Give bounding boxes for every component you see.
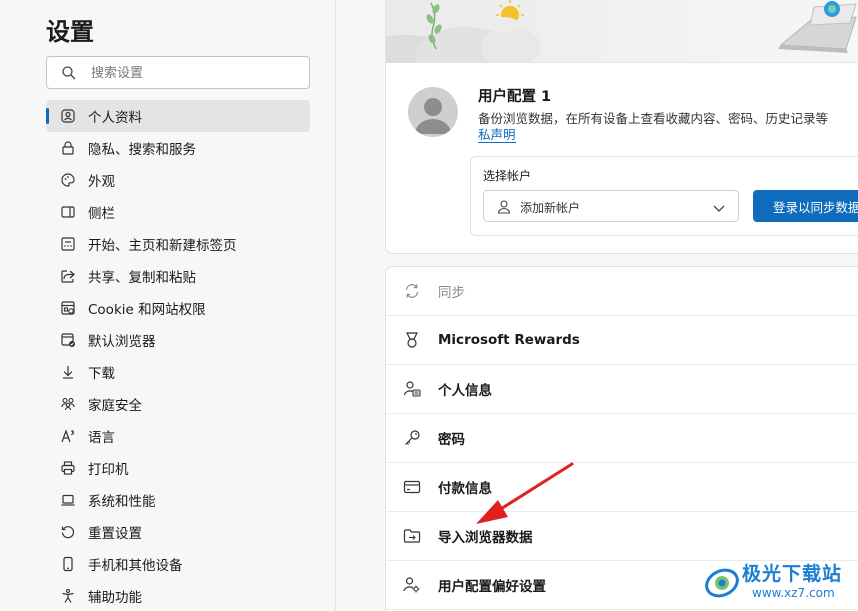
family-icon <box>60 396 76 412</box>
rewards-icon <box>403 331 421 349</box>
profile-icon <box>60 108 76 124</box>
phone-icon <box>60 556 76 572</box>
sync-icon <box>403 282 421 300</box>
search-icon <box>62 66 76 80</box>
watermark-url: www.xz7.com <box>752 586 835 600</box>
sidebar-item-label: 个人资料 <box>88 110 142 126</box>
reset-icon <box>60 524 76 540</box>
main-content: 用户配置 1 备份浏览数据，在所有设备上查看收藏内容、密码、历史记录等 私声明 … <box>337 0 858 611</box>
sidebar-item-label: 共享、复制和粘贴 <box>88 270 196 286</box>
option-label: 导入浏览器数据 <box>438 530 533 546</box>
option-import-browser-data[interactable]: 导入浏览器数据 <box>386 512 858 561</box>
sidebar-item-printers[interactable]: 打印机 <box>46 452 310 484</box>
sidebar-icon <box>60 204 76 220</box>
sidebar-item-privacy[interactable]: 隐私、搜索和服务 <box>46 132 310 164</box>
import-icon <box>403 527 421 545</box>
watermark-title: 极光下载站 <box>742 563 843 585</box>
sidebar-item-label: Cookie 和网站权限 <box>88 302 206 318</box>
sidebar-item-label: 手机和其他设备 <box>88 558 183 574</box>
option-label: 用户配置偏好设置 <box>438 579 546 595</box>
browser-icon <box>60 332 76 348</box>
sidebar-item-family[interactable]: 家庭安全 <box>46 388 310 420</box>
palette-icon <box>60 172 76 188</box>
sidebar-item-label: 开始、主页和新建标签页 <box>88 238 237 254</box>
watermark: 极光下载站 www.xz7.com <box>700 555 858 611</box>
sidebar-item-label: 辅助功能 <box>88 590 142 606</box>
download-icon <box>60 364 76 380</box>
profile-banner <box>386 0 858 95</box>
account-label: 选择帐户 <box>483 169 532 183</box>
sidebar-item-accessibility[interactable]: 辅助功能 <box>46 580 310 611</box>
laptop-icon <box>60 492 76 508</box>
settings-nav: 个人资料 隐私、搜索和服务 外观 侧栏 开始、主页和新建标签页 共享、复制和粘贴… <box>46 100 310 611</box>
sidebar-item-reset[interactable]: 重置设置 <box>46 516 310 548</box>
profile-description: 备份浏览数据，在所有设备上查看收藏内容、密码、历史记录等 <box>478 111 829 126</box>
sidebar-item-label: 重置设置 <box>88 526 142 542</box>
settings-title: 设置 <box>46 18 94 46</box>
accessibility-icon <box>60 588 76 604</box>
privacy-link[interactable]: 私声明 <box>478 127 516 143</box>
sidebar-item-label: 语言 <box>88 430 115 446</box>
option-label: 个人信息 <box>438 383 492 399</box>
watermark-logo-icon <box>705 568 739 598</box>
sidebar-item-label: 隐私、搜索和服务 <box>88 142 196 158</box>
sidebar-item-label: 打印机 <box>88 462 129 478</box>
cookie-icon <box>60 300 76 316</box>
sidebar-item-start-home[interactable]: 开始、主页和新建标签页 <box>46 228 310 260</box>
share-icon <box>60 268 76 284</box>
account-select-value: 添加新帐户 <box>520 201 581 215</box>
sidebar-item-appearance[interactable]: 外观 <box>46 164 310 196</box>
option-label: Microsoft Rewards <box>438 332 580 348</box>
sidebar-item-label: 家庭安全 <box>88 398 142 414</box>
search-input[interactable] <box>91 63 291 83</box>
option-microsoft-rewards[interactable]: Microsoft Rewards <box>386 316 858 365</box>
chevron-down-icon <box>713 205 725 212</box>
sidebar-item-languages[interactable]: 语言 <box>46 420 310 452</box>
account-select[interactable]: 添加新帐户 <box>483 190 739 222</box>
sidebar-item-label: 默认浏览器 <box>88 334 156 350</box>
option-payment-info[interactable]: 付款信息 <box>386 463 858 512</box>
profile-card: 用户配置 1 备份浏览数据，在所有设备上查看收藏内容、密码、历史记录等 私声明 … <box>385 0 858 254</box>
sidebar-item-downloads[interactable]: 下载 <box>46 356 310 388</box>
printer-icon <box>60 460 76 476</box>
personal-info-icon <box>403 380 421 398</box>
sidebar-item-label: 外观 <box>88 174 115 190</box>
avatar[interactable] <box>408 87 458 137</box>
lock-icon <box>60 140 76 156</box>
home-tab-icon <box>60 236 76 252</box>
credit-card-icon <box>403 478 421 496</box>
profile-preferences-icon <box>403 576 421 594</box>
sidebar-item-label: 系统和性能 <box>88 494 156 510</box>
option-label: 付款信息 <box>438 481 492 497</box>
signin-sync-button[interactable]: 登录以同步数据 <box>753 190 858 222</box>
option-label: 密码 <box>438 432 465 448</box>
banner-illustration <box>386 0 857 95</box>
search-box[interactable] <box>46 56 310 89</box>
account-selection-box: 选择帐户 添加新帐户 登录以同步数据 <box>470 156 858 236</box>
sidebar-item-share[interactable]: 共享、复制和粘贴 <box>46 260 310 292</box>
sidebar-item-phone[interactable]: 手机和其他设备 <box>46 548 310 580</box>
person-icon <box>497 200 511 214</box>
option-passwords[interactable]: 密码 <box>386 414 858 463</box>
language-icon <box>60 428 76 444</box>
settings-sidebar: 设置 个人资料 隐私、搜索和服务 外观 <box>0 0 336 611</box>
sidebar-item-cookies[interactable]: Cookie 和网站权限 <box>46 292 310 324</box>
sidebar-item-sidebar[interactable]: 侧栏 <box>46 196 310 228</box>
option-personal-info[interactable]: 个人信息 <box>386 365 858 414</box>
sidebar-item-label: 侧栏 <box>88 206 115 222</box>
option-label: 同步 <box>438 285 465 301</box>
sidebar-item-system[interactable]: 系统和性能 <box>46 484 310 516</box>
sidebar-item-profile[interactable]: 个人资料 <box>46 100 310 132</box>
option-sync[interactable]: 同步 <box>386 267 858 316</box>
profile-name: 用户配置 1 <box>478 89 552 105</box>
sidebar-item-label: 下载 <box>88 366 115 382</box>
sidebar-item-default-browser[interactable]: 默认浏览器 <box>46 324 310 356</box>
key-icon <box>403 429 421 447</box>
